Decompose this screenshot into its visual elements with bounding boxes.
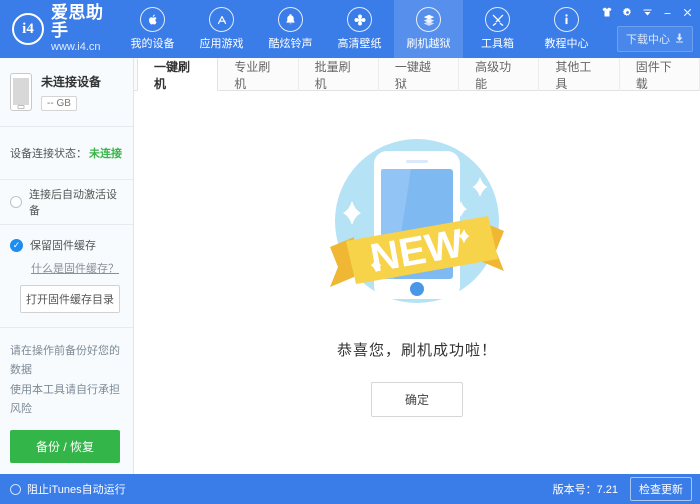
content-tabbar: 一键刷机 专业刷机 批量刷机 一键越狱 高级功能 其他工具 固件下载 [134, 58, 700, 91]
open-cache-dir-button[interactable]: 打开固件缓存目录 [20, 285, 120, 313]
info-icon [554, 7, 579, 32]
device-name: 未连接设备 [41, 73, 101, 90]
footer-right-group: 版本号：7.21 检查更新 [553, 477, 692, 501]
tab-other-tools[interactable]: 其他工具 [539, 58, 619, 91]
device-summary[interactable]: 未连接设备 -- GB [0, 58, 133, 126]
appstore-icon [209, 7, 234, 32]
flower-icon [347, 7, 372, 32]
download-center-button[interactable]: 下载中心 [617, 26, 693, 52]
nav-item-apps-games[interactable]: 应用游戏 [187, 0, 256, 58]
check-update-button[interactable]: 检查更新 [630, 477, 692, 501]
nav-item-toolbox[interactable]: 工具箱 [463, 0, 532, 58]
sidebar-cache-section: ✓ 保留固件缓存 什么是固件缓存？ 打开固件缓存目录 [0, 225, 133, 328]
sidebar-device-section: 未连接设备 -- GB [0, 58, 133, 127]
tab-advanced-features[interactable]: 高级功能 [459, 58, 539, 91]
tab-label: 高级功能 [475, 58, 522, 92]
nav-label: 酷炫铃声 [269, 35, 313, 51]
logo-mark: i4 [22, 21, 34, 38]
bell-icon [278, 7, 303, 32]
minimize-icon[interactable] [662, 8, 673, 17]
gear-icon[interactable] [622, 7, 633, 18]
nav-item-tutorials[interactable]: 教程中心 [532, 0, 601, 58]
keep-cache-checkbox[interactable]: ✓ [10, 239, 23, 252]
keep-cache-option[interactable]: ✓ 保留固件缓存 [10, 237, 123, 253]
block-itunes-radio[interactable] [10, 484, 21, 495]
tab-label: 固件下载 [636, 58, 683, 92]
auto-activate-radio[interactable] [10, 196, 22, 208]
device-capacity-badge: -- GB [41, 96, 77, 111]
version-label: 版本号：7.21 [553, 481, 618, 497]
main-content: NEW 恭喜您，刷机成功啦！ 确定 [134, 91, 700, 474]
window-controls [601, 5, 693, 19]
confirm-button[interactable]: 确定 [371, 382, 463, 417]
close-icon[interactable] [682, 7, 693, 18]
apple-icon [140, 7, 165, 32]
auto-activate-option[interactable]: 连接后自动激活设备 [0, 180, 133, 224]
tab-one-click-flash[interactable]: 一键刷机 [137, 58, 218, 91]
nav-item-ringtones[interactable]: 酷炫铃声 [256, 0, 325, 58]
main-nav: 我的设备 应用游戏 酷炫铃声 [118, 0, 601, 58]
cache-help-link[interactable]: 什么是固件缓存？ [31, 260, 123, 276]
sidebar-auto-activate-section: 连接后自动激活设备 [0, 180, 133, 225]
connection-status-row: 设备连接状态： 未连接 [0, 127, 133, 179]
nav-item-wallpapers[interactable]: 高清壁纸 [325, 0, 394, 58]
tab-firmware-download[interactable]: 固件下载 [620, 58, 700, 91]
keep-cache-label: 保留固件缓存 [30, 237, 96, 253]
flash-box-icon [416, 7, 441, 32]
download-arrow-icon [675, 33, 684, 46]
backup-restore-button[interactable]: 备份 / 恢复 [10, 430, 120, 463]
app-header: i4 爱思助手 www.i4.cn 我的设备 [0, 0, 700, 58]
phone-icon [10, 73, 32, 111]
tab-pro-flash[interactable]: 专业刷机 [218, 58, 298, 91]
new-badge-phone-illustration: NEW [312, 119, 522, 329]
app-footer: 阻止iTunes自动运行 版本号：7.21 检查更新 [0, 474, 700, 504]
block-itunes-option[interactable]: 阻止iTunes自动运行 [10, 481, 126, 497]
connection-status-label: 设备连接状态： [10, 145, 87, 161]
nav-label: 高清壁纸 [338, 35, 382, 51]
download-center-label: 下载中心 [626, 31, 670, 47]
block-itunes-label: 阻止iTunes自动运行 [27, 481, 126, 497]
warning-line-1: 请在操作前备份好您的数据 [10, 342, 123, 381]
warning-line-2: 使用本工具请自行承担风险 [10, 381, 123, 420]
i4-logo-icon: i4 [12, 13, 44, 45]
nav-item-my-device[interactable]: 我的设备 [118, 0, 187, 58]
nav-label: 工具箱 [481, 35, 514, 51]
sidebar-warning-section: 请在操作前备份好您的数据 使用本工具请自行承担风险 备份 / 恢复 [0, 328, 133, 475]
success-message: 恭喜您，刷机成功啦！ [337, 339, 497, 360]
firmware-cache-group: ✓ 保留固件缓存 什么是固件缓存？ 打开固件缓存目录 [0, 225, 133, 327]
auto-activate-label: 连接后自动激活设备 [29, 186, 123, 218]
nav-item-flash-jailbreak[interactable]: 刷机越狱 [394, 0, 463, 58]
skin-icon[interactable] [601, 7, 613, 17]
app-logo[interactable]: i4 爱思助手 www.i4.cn [0, 0, 118, 58]
nav-label: 应用游戏 [200, 35, 244, 51]
header-right-controls: 下载中心 [601, 0, 700, 58]
tab-one-click-jailbreak[interactable]: 一键越狱 [379, 58, 459, 91]
tools-icon [485, 7, 510, 32]
tab-label: 一键刷机 [154, 58, 201, 92]
left-sidebar: 未连接设备 -- GB 设备连接状态： 未连接 连接后自动激活设备 ✓ 保留固件… [0, 58, 134, 474]
nav-label: 我的设备 [131, 35, 175, 51]
nav-label: 教程中心 [545, 35, 589, 51]
device-info: 未连接设备 -- GB [41, 73, 101, 111]
logo-url: www.i4.cn [51, 42, 110, 54]
nav-label: 刷机越狱 [407, 35, 451, 51]
tab-label: 一键越狱 [395, 58, 442, 92]
tab-batch-flash[interactable]: 批量刷机 [299, 58, 379, 91]
logo-title: 爱思助手 [51, 4, 110, 40]
tab-label: 专业刷机 [234, 58, 281, 92]
logo-text-block: 爱思助手 www.i4.cn [51, 4, 110, 53]
menu-dropdown-icon[interactable] [642, 8, 653, 17]
backup-warning-group: 请在操作前备份好您的数据 使用本工具请自行承担风险 备份 / 恢复 [0, 328, 133, 475]
i4-assistant-window: i4 爱思助手 www.i4.cn 我的设备 [0, 0, 700, 504]
sidebar-status-section: 设备连接状态： 未连接 [0, 127, 133, 180]
tab-label: 批量刷机 [315, 58, 362, 92]
tab-label: 其他工具 [555, 58, 602, 92]
connection-status-value: 未连接 [89, 145, 122, 161]
